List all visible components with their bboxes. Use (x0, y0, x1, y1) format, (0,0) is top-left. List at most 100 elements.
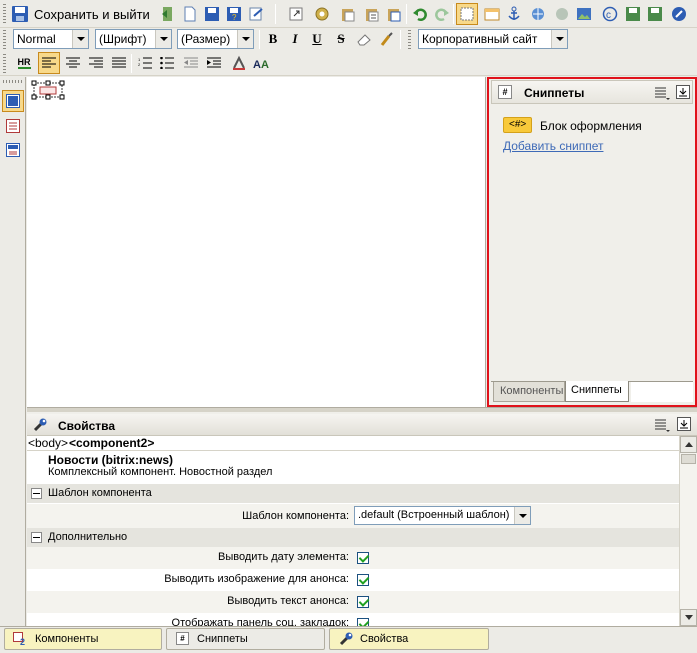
indent-button[interactable] (204, 53, 224, 73)
format-select[interactable]: Normal (13, 29, 89, 49)
paste-text-icon[interactable] (362, 4, 382, 24)
chevron-down-icon (237, 30, 253, 48)
svg-text:A: A (261, 59, 269, 71)
size-select-value: (Размер) (181, 32, 231, 46)
save-page-icon[interactable] (202, 4, 222, 24)
breadcrumb: <body> <component2> (27, 436, 679, 451)
svg-text:A: A (253, 59, 261, 71)
align-center-button[interactable] (63, 53, 83, 73)
section-additional-header[interactable]: Дополнительно (27, 528, 679, 547)
snippet-item[interactable]: <#> Блок оформления (503, 117, 693, 135)
bold-label: B (268, 31, 278, 46)
save-as-icon[interactable]: ? (224, 4, 244, 24)
add-snippet-link[interactable]: Добавить сниппет (503, 139, 603, 153)
design-mode-button[interactable] (2, 90, 24, 112)
redo-icon[interactable] (432, 4, 452, 24)
site-template-select[interactable]: Корпоративный сайт (418, 29, 568, 49)
chevron-down-icon (514, 507, 530, 524)
image-icon[interactable] (574, 4, 594, 24)
link-icon[interactable] (528, 4, 548, 24)
anchor-icon[interactable] (504, 4, 524, 24)
tab-snippets[interactable]: Сниппеты (565, 381, 629, 402)
property-row: Отображать панель соц. закладок: (27, 613, 679, 626)
components-icon: 2 (13, 632, 29, 647)
clean-format-icon[interactable] (377, 29, 397, 49)
paste-icon[interactable] (338, 4, 358, 24)
svg-text:?: ? (232, 13, 237, 22)
collapse-icon[interactable] (31, 532, 42, 543)
bottom-tab-components[interactable]: 2 Компоненты (4, 628, 162, 650)
collapse-icon[interactable] (31, 488, 42, 499)
breadcrumb-component[interactable]: <component2> (69, 436, 154, 450)
left-taskbar (0, 77, 26, 626)
panel-menu-icon[interactable] (654, 417, 670, 433)
split-mode-button[interactable] (3, 140, 23, 160)
align-justify-button[interactable] (109, 53, 129, 73)
save-exit-button[interactable]: Сохранить и выйти (10, 3, 153, 25)
tab-components[interactable]: Компоненты (493, 382, 565, 402)
code-mode-button[interactable] (3, 116, 23, 136)
component-placeholder-icon[interactable] (31, 80, 65, 100)
template-select[interactable]: .default (Встроенный шаблон) (354, 506, 531, 525)
borders-toggle-icon[interactable] (456, 3, 478, 25)
page-properties-icon[interactable] (246, 4, 266, 24)
underline-button[interactable]: U (307, 29, 327, 49)
toolbar-separator (453, 4, 454, 24)
horizontal-rule-button[interactable]: HR (14, 53, 34, 73)
paste-word-icon[interactable] (384, 4, 404, 24)
italic-button[interactable]: I (285, 29, 305, 49)
property-checkbox[interactable] (357, 552, 369, 564)
bottom-tab-snippets[interactable]: # Сниппеты (166, 628, 325, 650)
table-icon[interactable] (482, 4, 502, 24)
svg-text:2: 2 (20, 637, 25, 646)
help-icon[interactable] (669, 4, 689, 24)
toolbar-row-3: HR 12 AA (0, 52, 697, 76)
text-color-icon[interactable] (229, 53, 249, 73)
svg-text:2: 2 (138, 62, 141, 67)
font-select[interactable]: (Шрифт) (95, 29, 172, 49)
scroll-up-icon[interactable] (680, 436, 697, 453)
background-color-icon[interactable]: AA (252, 53, 272, 73)
property-checkbox[interactable] (357, 618, 369, 626)
new-page-icon[interactable] (180, 4, 200, 24)
numbered-list-button[interactable]: 12 (135, 53, 155, 73)
eraser-icon[interactable] (354, 29, 374, 49)
taskbar-grip[interactable] (3, 80, 23, 83)
save-template-icon[interactable] (645, 4, 665, 24)
snippets-panel-header: # Сниппеты (491, 80, 693, 104)
bold-button[interactable]: B (263, 29, 283, 49)
editor-canvas[interactable] (27, 77, 486, 407)
unlink-icon[interactable] (552, 4, 572, 24)
scroll-thumb[interactable] (681, 454, 696, 464)
component-description: Комплексный компонент. Новостной раздел (48, 466, 273, 478)
size-select[interactable]: (Размер) (177, 29, 254, 49)
properties-panel: Свойства <body> <component2> Новости (bi… (27, 412, 697, 626)
settings-gear-icon[interactable] (312, 4, 332, 24)
align-left-button[interactable] (38, 52, 60, 74)
save-component-icon[interactable] (623, 4, 643, 24)
toolbar-grip[interactable] (408, 30, 411, 49)
bottom-tab-properties[interactable]: Свойства (329, 628, 489, 650)
property-checkbox[interactable] (357, 574, 369, 586)
breadcrumb-body[interactable]: <body> (28, 436, 68, 450)
section-template-header[interactable]: Шаблон компонента (27, 484, 679, 503)
scroll-down-icon[interactable] (680, 609, 697, 626)
save-exit-label: Сохранить и выйти (34, 6, 150, 22)
align-right-button[interactable] (86, 53, 106, 73)
bulleted-list-button[interactable] (157, 53, 177, 73)
toolbar-grip[interactable] (3, 30, 6, 49)
copyright-icon[interactable]: c (600, 4, 620, 24)
panel-dock-icon[interactable] (677, 417, 691, 431)
toolbar-grip[interactable] (3, 4, 6, 24)
outdent-button[interactable] (181, 53, 201, 73)
snippet-badge: <#> (503, 117, 533, 133)
properties-scrollbar[interactable] (679, 436, 697, 626)
toolbar-grip[interactable] (3, 54, 6, 73)
undo-icon[interactable] (410, 4, 430, 24)
strikethrough-button[interactable]: S (331, 29, 351, 49)
property-checkbox[interactable] (357, 596, 369, 608)
panel-menu-icon[interactable] (654, 85, 670, 101)
exit-no-save-icon[interactable] (158, 4, 178, 24)
panel-dock-icon[interactable] (676, 85, 690, 99)
resize-icon[interactable] (286, 4, 306, 24)
